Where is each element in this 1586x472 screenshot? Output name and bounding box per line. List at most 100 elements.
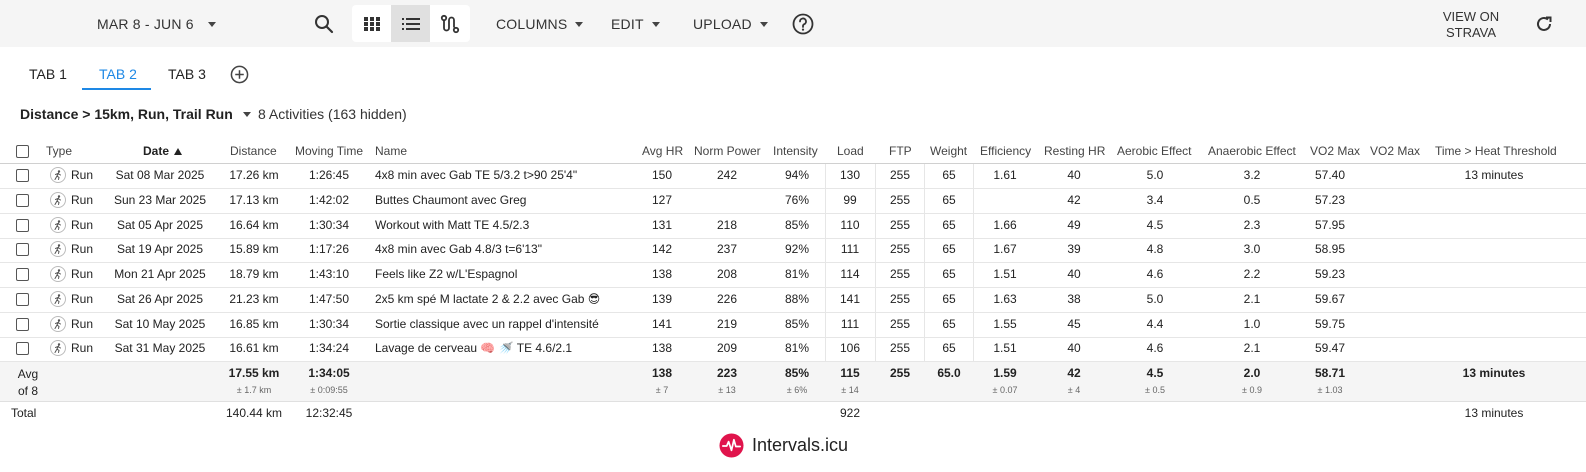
row-checkbox[interactable] <box>16 342 29 356</box>
column-divider <box>875 238 876 263</box>
cell-date: Sat 31 May 2025 <box>114 341 206 356</box>
row-checkbox[interactable] <box>16 292 29 306</box>
add-tab-button[interactable] <box>229 64 249 84</box>
col-header-ftp[interactable]: FTP <box>889 141 912 163</box>
row-checkbox[interactable] <box>16 169 29 182</box>
cell-name[interactable]: 4x8 min avec Gab TE 5/3.2 t>90 25'4" <box>375 164 637 188</box>
cell-ftp: 255 <box>889 341 911 356</box>
cell-resting-hr: 38 <box>1067 291 1081 306</box>
total-label: Total <box>11 406 37 420</box>
cell-name[interactable]: 2x5 km spé M lactate 2 & 2.2 avec Gab 😎 <box>375 288 637 312</box>
cell-distance: 16.85 km <box>229 316 279 331</box>
col-header-type[interactable]: Type <box>46 141 72 163</box>
search-button[interactable] <box>313 13 335 35</box>
column-divider <box>924 188 925 213</box>
cell-load: 110 <box>840 217 860 232</box>
cell-norm-power: 219 <box>716 316 738 331</box>
cell-aerobic-effect: 4.5 <box>1146 217 1164 232</box>
list-view-button[interactable] <box>391 5 430 42</box>
filter-selector[interactable]: Distance > 15km, Run, Trail Run <box>20 106 251 122</box>
cell-norm-power: 208 <box>716 267 738 281</box>
cell-weight: 65 <box>942 267 956 281</box>
running-icon <box>50 315 66 332</box>
tab-2[interactable]: TAB 2 <box>99 66 137 82</box>
cell-aerobic-effect: 4.6 <box>1146 341 1164 356</box>
cell-aerobic-effect: 4.6 <box>1146 267 1164 281</box>
col-header-anaerobic-effect[interactable]: Anaerobic Effect <box>1208 141 1296 163</box>
col-header-moving-time[interactable]: Moving Time <box>295 141 363 163</box>
search-icon <box>315 15 334 34</box>
total-moving-time: 12:32:45 <box>305 406 353 420</box>
help-button[interactable] <box>792 13 814 35</box>
column-divider <box>973 238 974 263</box>
date-range-selector[interactable]: MAR 8 - JUN 6 <box>97 16 216 32</box>
col-header-efficiency[interactable]: Efficiency <box>980 141 1031 163</box>
cell-heat-threshold <box>1452 214 1536 238</box>
cell-ftp: 255 <box>889 316 911 331</box>
row-checkbox[interactable] <box>16 193 29 207</box>
column-divider <box>924 263 925 287</box>
cell-name[interactable]: 4x8 min avec Gab 4.8/3 t=6'13" <box>375 238 637 262</box>
col-header-resting-hr[interactable]: Resting HR <box>1044 141 1105 163</box>
add-circle-icon <box>230 65 248 83</box>
col-header-avg-hr[interactable]: Avg HR <box>642 141 683 163</box>
table-row[interactable]: Run Sat 19 Apr 2025 15.89 km 1:17:26 4x8 min… <box>0 238 1586 264</box>
tab-1[interactable]: TAB 1 <box>29 66 67 82</box>
col-header-vo2max-2[interactable]: VO2 Max <box>1370 141 1420 163</box>
column-divider <box>875 263 876 287</box>
columns-menu-button[interactable]: COLUMNS <box>496 16 584 32</box>
cell-name[interactable]: Sortie classique avec un rappel d'intens… <box>375 313 637 337</box>
cell-distance: 15.89 km <box>229 242 279 257</box>
refresh-button[interactable] <box>1534 14 1554 34</box>
column-divider <box>875 213 876 238</box>
cell-ftp: 255 <box>889 168 911 182</box>
activities-table: Type Date Distance Moving Time Name Avg … <box>0 141 1586 158</box>
cell-moving-time: 1:42:02 <box>308 192 350 207</box>
row-checkbox[interactable] <box>16 243 29 257</box>
row-checkbox[interactable] <box>16 268 29 281</box>
cell-avg-hr: 139 <box>651 291 673 306</box>
col-header-load[interactable]: Load <box>837 141 864 163</box>
cell-resting-hr: 49 <box>1067 217 1081 232</box>
upload-menu-button[interactable]: UPLOAD <box>693 16 768 32</box>
col-header-heat-threshold[interactable]: Time > Heat Threshold <box>1435 141 1557 163</box>
grid-view-button[interactable] <box>352 5 391 42</box>
avg-norm-power-sd: ± 13 <box>718 385 736 395</box>
col-header-intensity[interactable]: Intensity <box>773 141 818 163</box>
table-row[interactable]: Run Mon 21 Apr 2025 18.79 km 1:43:10 Feels l… <box>0 263 1586 288</box>
cell-vo2max: 59.23 <box>1314 267 1346 281</box>
cell-resting-hr: 40 <box>1067 341 1081 356</box>
col-header-name[interactable]: Name <box>375 141 407 163</box>
cell-weight: 65 <box>942 192 956 207</box>
cell-name[interactable]: Feels like Z2 w/L'Espagnol <box>375 263 637 287</box>
col-header-norm-power[interactable]: Norm Power <box>694 141 761 163</box>
cell-heat-threshold: 13 minutes <box>1464 168 1524 182</box>
edit-menu-button[interactable]: EDIT <box>611 16 660 32</box>
cell-name[interactable]: Workout with Matt TE 4.5/2.3 <box>375 214 637 238</box>
route-view-button[interactable] <box>430 5 469 42</box>
col-header-aerobic-effect[interactable]: Aerobic Effect <box>1117 141 1191 163</box>
table-row[interactable]: Run Sat 10 May 2025 16.85 km 1:30:34 Sortie … <box>0 312 1586 338</box>
table-row[interactable]: Run Sat 26 Apr 2025 21.23 km 1:47:50 2x5 km … <box>0 287 1586 313</box>
cell-name[interactable]: Buttes Chaumont avec Greg <box>375 189 637 213</box>
cell-load: 106 <box>839 341 861 356</box>
table-row[interactable]: Run Sat 31 May 2025 16.61 km 1:34:24 Lavage … <box>0 337 1586 363</box>
cell-norm-power <box>712 189 742 213</box>
avg-anaerobic-effect: 2.0 <box>1243 366 1261 380</box>
table-row[interactable]: Run Sat 08 Mar 2025 17.26 km 1:26:45 4x8 min… <box>0 164 1586 189</box>
col-header-vo2max[interactable]: VO2 Max <box>1310 141 1360 163</box>
cell-name[interactable]: Lavage de cerveau 🧠 🚿 TE 4.6/2.1 <box>375 337 637 361</box>
cell-weight: 65 <box>942 291 956 306</box>
row-checkbox[interactable] <box>16 218 29 232</box>
tab-3[interactable]: TAB 3 <box>168 66 206 82</box>
col-header-date[interactable]: Date <box>143 141 183 163</box>
brand-logo[interactable]: Intervals.icu <box>719 433 848 458</box>
row-checkbox[interactable] <box>16 317 29 331</box>
col-header-weight[interactable]: Weight <box>930 141 967 163</box>
view-on-strava-button[interactable]: VIEW ON STRAVA <box>1438 9 1504 41</box>
select-all-checkbox[interactable] <box>16 145 29 158</box>
table-row[interactable]: Run Sat 05 Apr 2025 16.64 km 1:30:34 Workout… <box>0 213 1586 239</box>
table-row[interactable]: Run Sun 23 Mar 2025 17.13 km 1:42:02 Buttes … <box>0 188 1586 214</box>
col-header-distance[interactable]: Distance <box>230 141 277 163</box>
cell-distance: 18.79 km <box>229 267 279 281</box>
